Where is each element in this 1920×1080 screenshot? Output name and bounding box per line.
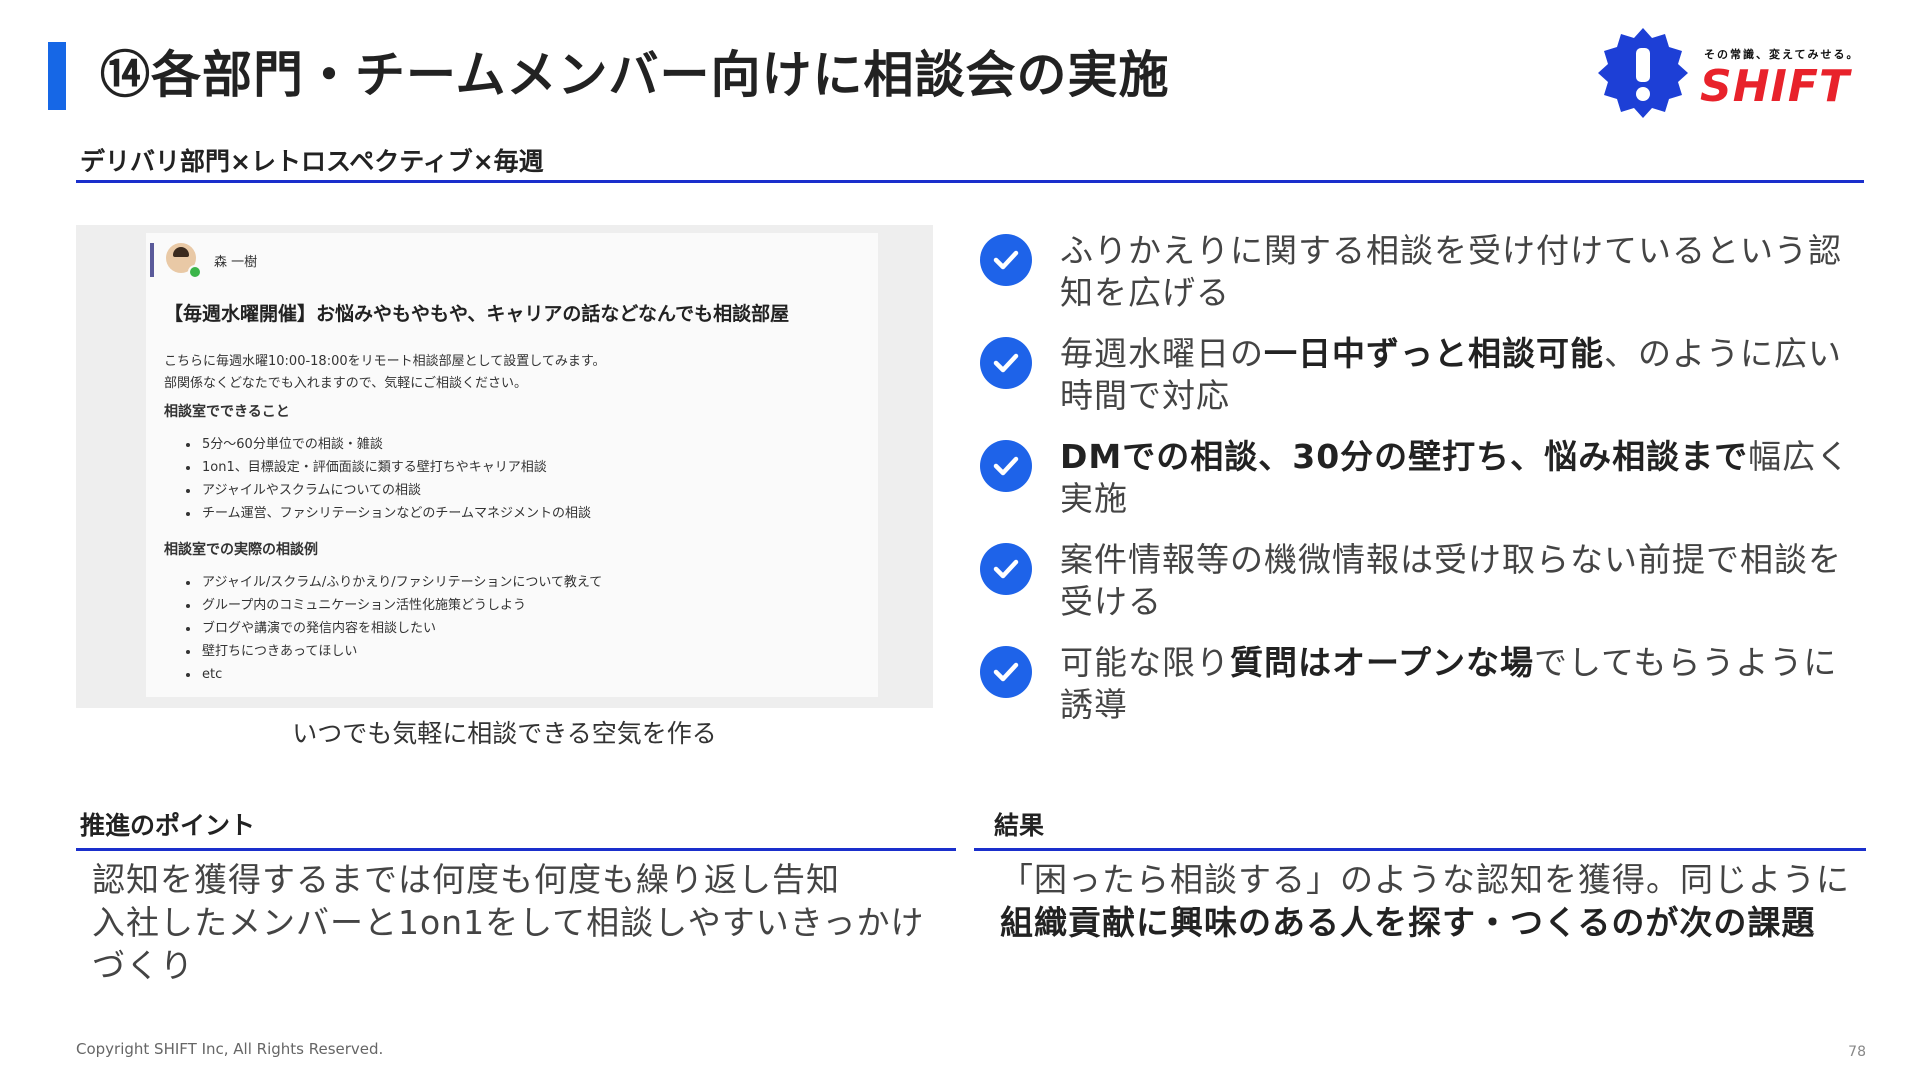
check-text: DMでの相談、30分の壁打ち、悩み相談まで幅広く実施 <box>1060 437 1851 518</box>
section-subtitle: デリバリ部門×レトロスペクティブ×毎週 <box>80 147 544 176</box>
post-intro-line: 部関係なくどなたでも入れますので、気軽にご相談ください。 <box>164 376 527 391</box>
chat-post-screenshot: 森 一樹 【毎週水曜開催】お悩みやもやもや、キャリアの話などなんでも相談部屋 こ… <box>146 233 878 697</box>
list-item: ブログや講演での発信内容を相談したい <box>200 617 602 640</box>
list-item: グループ内のコミュニケーション活性化施策どうしよう <box>200 594 602 617</box>
check-text: ふりかえりに関する相談を受け付けているという認知を広げる <box>1060 231 1842 312</box>
list-item: etc <box>200 663 602 686</box>
post-intro: こちらに毎週水曜10:00-18:00をリモート相談部屋として設置してみます。 … <box>164 351 606 395</box>
list-item: 壁打ちにつきあってほしい <box>200 640 602 663</box>
presence-dot-icon <box>188 265 202 279</box>
page-title: ⑭各部門・チームメンバー向けに相談会の実施 <box>100 46 1170 104</box>
result-body: 「困ったら相談する」のような認知を獲得。同じように組織貢献に興味のある人を探す・… <box>1000 860 1850 942</box>
list-item: アジャイルやスクラムについての相談 <box>200 479 591 502</box>
result-label: 結果 <box>994 811 1045 840</box>
post-heading: 【毎週水曜開催】お悩みやもやもや、キャリアの話などなんでも相談部屋 <box>164 303 790 325</box>
check-circle-icon <box>980 337 1032 389</box>
copyright-footer: Copyright SHIFT Inc, All Rights Reserved… <box>76 1040 384 1058</box>
post-accent-bar <box>150 243 154 277</box>
post-section-title: 相談室での実際の相談例 <box>164 542 318 558</box>
post-intro-line: こちらに毎週水曜10:00-18:00をリモート相談部屋として設置してみます。 <box>164 354 606 369</box>
logo-wordmark: SHIFT <box>1700 61 1850 112</box>
list-item: 1on1、目標設定・評価面談に類する壁打ちやキャリア相談 <box>200 456 591 479</box>
check-text: 毎週水曜日の一日中ずっと相談可能、のように広い時間で対応 <box>1060 334 1842 415</box>
subtitle-divider <box>76 180 1864 183</box>
check-text: 可能な限り質問はオープンな場でしてもらうように誘導 <box>1060 643 1838 724</box>
post-list: 5分～60分単位での相談・雑談 1on1、目標設定・評価面談に類する壁打ちやキャ… <box>182 433 591 525</box>
check-circle-icon <box>980 440 1032 492</box>
post-section-title: 相談室でできること <box>164 404 290 420</box>
post-list: アジャイル/スクラム/ふりかえり/ファシリテーションについて教えて グループ内の… <box>182 571 602 686</box>
check-circle-icon <box>980 234 1032 286</box>
page-number: 78 <box>1848 1044 1866 1060</box>
shift-logo: その常識、変えてみせる。 SHIFT <box>1596 26 1876 120</box>
check-circle-icon <box>980 646 1032 698</box>
screenshot-caption: いつでも気軽に相談できる空気を作る <box>292 719 717 748</box>
list-item: アジャイル/スクラム/ふりかえり/ファシリテーションについて教えて <box>200 571 602 594</box>
points-body: 認知を獲得するまでは何度も何度も繰り返し告知 入社したメンバーと1on1をして相… <box>92 858 952 987</box>
result-divider <box>974 848 1866 851</box>
logo-tagline: その常識、変えてみせる。 <box>1704 48 1860 61</box>
points-line: 入社したメンバーと1on1をして相談しやすいきっかけづくり <box>92 903 925 985</box>
list-item: チーム運営、ファシリテーションなどのチームマネジメントの相談 <box>200 502 591 525</box>
points-line: 認知を獲得するまでは何度も何度も繰り返し告知 <box>92 860 840 899</box>
check-text: 案件情報等の機微情報は受け取らない前提で相談を受ける <box>1060 540 1842 621</box>
exclamation-badge-icon <box>1598 28 1688 118</box>
post-author: 森 一樹 <box>214 255 258 270</box>
list-item: 5分～60分単位での相談・雑談 <box>200 433 591 456</box>
points-label: 推進のポイント <box>80 811 256 840</box>
check-circle-icon <box>980 543 1032 595</box>
points-divider <box>76 848 956 851</box>
title-accent-bar <box>48 42 66 110</box>
